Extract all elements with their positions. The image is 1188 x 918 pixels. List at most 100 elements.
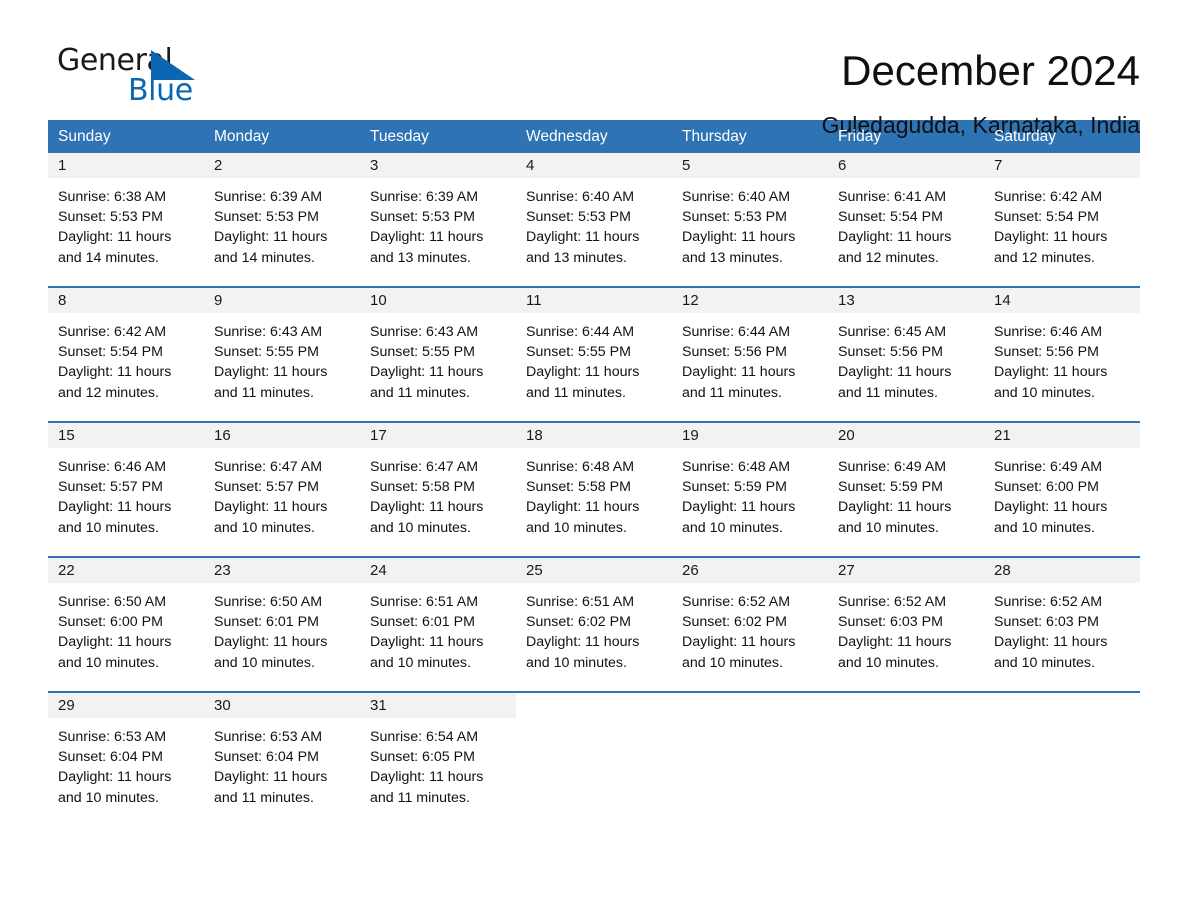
daylight-text-line1: Daylight: 11 hours [994,634,1108,651]
calendar-day-cell[interactable]: 26 Sunrise: 6:52 AM Sunset: 6:02 PM Dayligh… [672,558,828,691]
day-details: Sunrise: 6:44 AM Sunset: 5:56 PM Daylight:… [672,313,828,403]
day-details: Sunrise: 6:43 AM Sunset: 5:55 PM Daylight:… [204,313,360,403]
daylight-text-line1: Daylight: 11 hours [994,499,1108,516]
sunrise-text: Sunrise: 6:45 AM [838,324,947,340]
day-number-band: 29 [48,693,204,718]
calendar-day-cell[interactable]: 16 Sunrise: 6:47 AM Sunset: 5:57 PM Dayligh… [204,423,360,556]
day-number-band: 31 [360,693,516,718]
day-number: 28 [994,562,1011,579]
general-blue-logo[interactable]: General Blue [48,44,198,110]
calendar-day-cell-empty [984,693,1140,826]
calendar-day-cell[interactable]: 6 Sunrise: 6:41 AM Sunset: 5:54 PM Daylight… [828,153,984,286]
daylight-text-line2: and 10 minutes. [838,519,939,536]
calendar-day-cell[interactable]: 29 Sunrise: 6:53 AM Sunset: 6:04 PM Dayligh… [48,693,204,826]
day-number-band: 22 [48,558,204,583]
daylight-text-line2: and 10 minutes. [682,654,783,671]
day-details: Sunrise: 6:48 AM Sunset: 5:59 PM Daylight:… [672,448,828,538]
day-details: Sunrise: 6:49 AM Sunset: 5:59 PM Daylight:… [828,448,984,538]
daylight-text-line2: and 13 minutes. [526,249,627,266]
daylight-text-line1: Daylight: 11 hours [58,499,172,516]
calendar-day-cell[interactable]: 22 Sunrise: 6:50 AM Sunset: 6:00 PM Dayligh… [48,558,204,691]
calendar-day-cell[interactable]: 3 Sunrise: 6:39 AM Sunset: 5:53 PM Daylight… [360,153,516,286]
calendar-day-cell[interactable]: 23 Sunrise: 6:50 AM Sunset: 6:01 PM Dayligh… [204,558,360,691]
day-details: Sunrise: 6:51 AM Sunset: 6:01 PM Daylight:… [360,583,516,673]
day-details: Sunrise: 6:40 AM Sunset: 5:53 PM Daylight:… [516,178,672,268]
daylight-text-line1: Daylight: 11 hours [682,229,796,246]
calendar-day-cell[interactable]: 18 Sunrise: 6:48 AM Sunset: 5:58 PM Dayligh… [516,423,672,556]
sunset-text: Sunset: 6:00 PM [58,614,163,631]
calendar-page: General Blue December 2024 Guledagudda, … [0,0,1188,918]
sunrise-text: Sunrise: 6:48 AM [682,459,791,475]
daylight-text-line2: and 14 minutes. [214,249,315,266]
daylight-text-line2: and 10 minutes. [370,654,471,671]
daylight-text-line1: Daylight: 11 hours [682,364,796,381]
calendar-day-cell[interactable]: 13 Sunrise: 6:45 AM Sunset: 5:56 PM Dayligh… [828,288,984,421]
calendar-day-cell[interactable]: 5 Sunrise: 6:40 AM Sunset: 5:53 PM Daylight… [672,153,828,286]
daylight-text-line2: and 12 minutes. [838,249,939,266]
calendar-day-cell[interactable]: 27 Sunrise: 6:52 AM Sunset: 6:03 PM Dayligh… [828,558,984,691]
calendar-day-cell[interactable]: 8 Sunrise: 6:42 AM Sunset: 5:54 PM Daylight… [48,288,204,421]
calendar-day-cell[interactable]: 15 Sunrise: 6:46 AM Sunset: 5:57 PM Dayligh… [48,423,204,556]
sunset-text: Sunset: 5:55 PM [214,344,319,361]
sunrise-text: Sunrise: 6:46 AM [994,324,1103,340]
daylight-text-line2: and 11 minutes. [214,789,314,806]
calendar-day-cell[interactable]: 12 Sunrise: 6:44 AM Sunset: 5:56 PM Dayligh… [672,288,828,421]
day-details: Sunrise: 6:54 AM Sunset: 6:05 PM Daylight:… [360,718,516,808]
calendar-day-cell[interactable]: 31 Sunrise: 6:54 AM Sunset: 6:05 PM Dayligh… [360,693,516,826]
daylight-text-line1: Daylight: 11 hours [838,499,952,516]
calendar-day-cell[interactable]: 1 Sunrise: 6:38 AM Sunset: 5:53 PM Daylight… [48,153,204,286]
day-details: Sunrise: 6:47 AM Sunset: 5:58 PM Daylight:… [360,448,516,538]
day-number-band: 14 [984,288,1140,313]
calendar-day-cell[interactable]: 9 Sunrise: 6:43 AM Sunset: 5:55 PM Daylight… [204,288,360,421]
daylight-text-line2: and 12 minutes. [994,249,1095,266]
sunset-text: Sunset: 6:03 PM [838,614,943,631]
day-details: Sunrise: 6:50 AM Sunset: 6:00 PM Daylight:… [48,583,204,673]
day-details: Sunrise: 6:48 AM Sunset: 5:58 PM Daylight:… [516,448,672,538]
calendar-day-cell[interactable]: 4 Sunrise: 6:40 AM Sunset: 5:53 PM Daylight… [516,153,672,286]
sunset-text: Sunset: 6:01 PM [214,614,319,631]
day-details: Sunrise: 6:53 AM Sunset: 6:04 PM Daylight:… [48,718,204,808]
calendar-day-cell[interactable]: 10 Sunrise: 6:43 AM Sunset: 5:55 PM Dayligh… [360,288,516,421]
day-number-band [672,693,828,718]
sunset-text: Sunset: 6:03 PM [994,614,1099,631]
calendar-day-cell[interactable]: 14 Sunrise: 6:46 AM Sunset: 5:56 PM Dayligh… [984,288,1140,421]
daylight-text-line1: Daylight: 11 hours [58,229,172,246]
daylight-text-line2: and 12 minutes. [58,384,159,401]
calendar-day-cell[interactable]: 17 Sunrise: 6:47 AM Sunset: 5:58 PM Dayligh… [360,423,516,556]
day-number: 2 [214,157,223,174]
calendar-day-cell[interactable]: 21 Sunrise: 6:49 AM Sunset: 6:00 PM Dayligh… [984,423,1140,556]
sunrise-text: Sunrise: 6:44 AM [682,324,791,340]
day-number-band: 25 [516,558,672,583]
calendar-day-cell[interactable]: 24 Sunrise: 6:51 AM Sunset: 6:01 PM Dayligh… [360,558,516,691]
sunset-text: Sunset: 5:53 PM [526,209,631,226]
day-number-band: 30 [204,693,360,718]
calendar-day-cell[interactable]: 20 Sunrise: 6:49 AM Sunset: 5:59 PM Dayligh… [828,423,984,556]
sunrise-text: Sunrise: 6:50 AM [58,594,167,610]
calendar-day-cell[interactable]: 11 Sunrise: 6:44 AM Sunset: 5:55 PM Dayligh… [516,288,672,421]
sunset-text: Sunset: 6:04 PM [214,749,319,766]
daylight-text-line2: and 10 minutes. [526,654,627,671]
calendar-day-cell[interactable]: 19 Sunrise: 6:48 AM Sunset: 5:59 PM Dayligh… [672,423,828,556]
sunset-text: Sunset: 5:55 PM [526,344,631,361]
calendar-day-cell[interactable]: 30 Sunrise: 6:53 AM Sunset: 6:04 PM Dayligh… [204,693,360,826]
sunrise-text: Sunrise: 6:53 AM [58,729,167,745]
day-number: 19 [682,427,699,444]
calendar-day-cell[interactable]: 25 Sunrise: 6:51 AM Sunset: 6:02 PM Dayligh… [516,558,672,691]
day-number-band: 18 [516,423,672,448]
calendar-day-cell[interactable]: 28 Sunrise: 6:52 AM Sunset: 6:03 PM Dayligh… [984,558,1140,691]
day-number-band: 28 [984,558,1140,583]
day-number-band: 2 [204,153,360,178]
calendar-day-cell[interactable]: 7 Sunrise: 6:42 AM Sunset: 5:54 PM Daylight… [984,153,1140,286]
page-title: December 2024 [841,47,1140,94]
sunset-text: Sunset: 5:59 PM [838,479,943,496]
day-number-band: 10 [360,288,516,313]
sunrise-text: Sunrise: 6:41 AM [838,189,947,205]
daylight-text-line1: Daylight: 11 hours [370,769,484,786]
day-details: Sunrise: 6:40 AM Sunset: 5:53 PM Daylight:… [672,178,828,268]
weekday-header-tuesday: Tuesday [370,128,429,145]
day-number-band: 7 [984,153,1140,178]
daylight-text-line1: Daylight: 11 hours [214,229,328,246]
calendar-day-cell[interactable]: 2 Sunrise: 6:39 AM Sunset: 5:53 PM Daylight… [204,153,360,286]
sunrise-text: Sunrise: 6:40 AM [682,189,791,205]
day-number-band: 6 [828,153,984,178]
